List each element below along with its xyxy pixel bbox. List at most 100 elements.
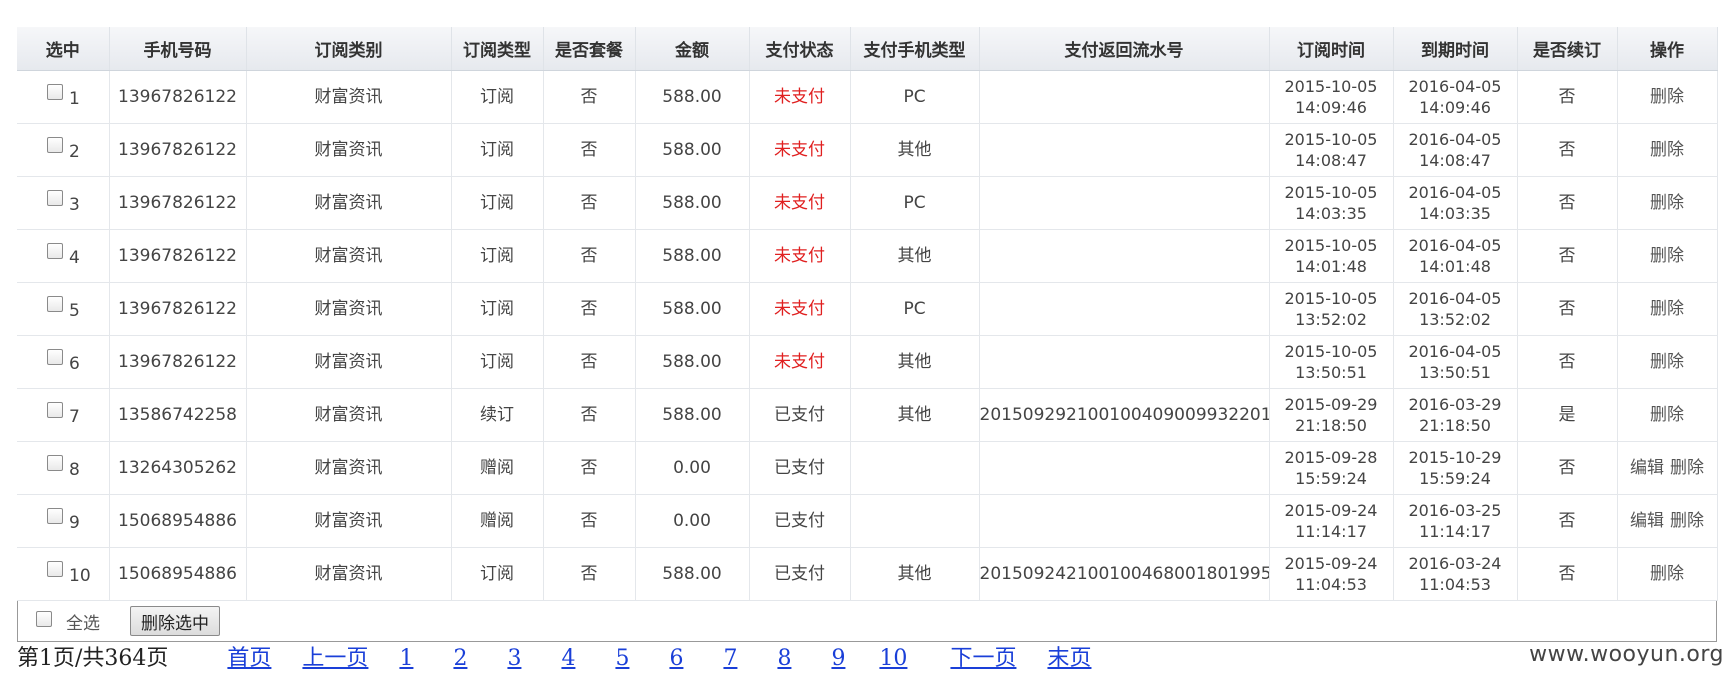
- row-checkbox[interactable]: [47, 137, 63, 153]
- cell-actions: 删除: [1617, 123, 1718, 177]
- delete-link[interactable]: 删除: [1650, 564, 1684, 584]
- delete-link[interactable]: 删除: [1650, 352, 1684, 372]
- delete-link[interactable]: 删除: [1650, 405, 1684, 425]
- subscription-category: 财富资讯: [314, 140, 383, 160]
- subscribe-date: 2015-09-28: [1284, 448, 1378, 467]
- delete-link[interactable]: 删除: [1650, 193, 1684, 213]
- subscription-category: 财富资讯: [314, 458, 383, 478]
- row-checkbox[interactable]: [47, 402, 63, 418]
- cell-renew: 否: [1517, 70, 1618, 124]
- row-number: 2: [69, 142, 80, 162]
- cell-serial: [979, 229, 1270, 283]
- delete-link[interactable]: 删除: [1670, 458, 1704, 478]
- subscription-category: 财富资讯: [314, 511, 383, 531]
- cell-serial: [979, 70, 1270, 124]
- is-renew: 否: [1558, 564, 1576, 584]
- row-checkbox[interactable]: [47, 84, 63, 100]
- bulk-action-bar: 全选 删除选中: [17, 601, 1717, 642]
- delete-link[interactable]: 删除: [1650, 299, 1684, 319]
- row-checkbox[interactable]: [47, 243, 63, 259]
- table-row: 7 13586742258 财富资讯 续订 否 588.00 已支付 其他 2015092921…: [17, 388, 1718, 442]
- is-package: 否: [580, 511, 598, 531]
- expire-clock: 11:14:17: [1419, 522, 1491, 541]
- cell-phone: 13967826122: [109, 229, 247, 283]
- row-checkbox[interactable]: [47, 455, 63, 471]
- page-link-5[interactable]: 5: [615, 646, 629, 671]
- cell-amount: 588.00: [635, 123, 750, 177]
- cell-phone: 13967826122: [109, 335, 247, 389]
- page-link-7[interactable]: 7: [723, 646, 737, 671]
- edit-link[interactable]: 编辑: [1630, 458, 1664, 478]
- pagination: 第1页/共364页 首页 上一页 1 2 3 4 5 6 7 8 9 10 下一页 末页: [17, 640, 1091, 672]
- subscribe-date: 2015-10-05: [1284, 342, 1378, 361]
- amount: 588.00: [662, 140, 722, 160]
- subscription-category: 财富资讯: [314, 246, 383, 266]
- table-row: 8 13264305262 财富资讯 赠阅 否 0.00 已支付 2015-09-28 15:5…: [17, 441, 1718, 495]
- subscribe-date: 2015-10-05: [1284, 130, 1378, 149]
- cell-type: 赠阅: [451, 494, 544, 548]
- cell-renew: 否: [1517, 176, 1618, 230]
- pay-status: 已支付: [774, 564, 825, 584]
- page-link-2[interactable]: 2: [453, 646, 467, 671]
- cell-select: 4: [17, 229, 110, 283]
- cell-actions: 删除: [1617, 335, 1718, 389]
- cell-type: 订阅: [451, 123, 544, 177]
- cell-package: 否: [543, 70, 636, 124]
- cell-subscribe-time: 2015-10-05 13:52:02: [1269, 282, 1394, 336]
- expire-date: 2016-03-25: [1408, 501, 1502, 520]
- delete-link[interactable]: 删除: [1670, 511, 1704, 531]
- delete-link[interactable]: 删除: [1650, 140, 1684, 160]
- next-page-link[interactable]: 下一页: [950, 646, 1016, 671]
- pay-status: 未支付: [774, 140, 825, 160]
- table-row: 2 13967826122 财富资讯 订阅 否 588.00 未支付 其他 2015-10-05…: [17, 123, 1718, 177]
- cell-subscribe-time: 2015-09-29 21:18:50: [1269, 388, 1394, 442]
- cell-actions: 删除: [1617, 388, 1718, 442]
- cell-type: 续订: [451, 388, 544, 442]
- is-package: 否: [580, 564, 598, 584]
- cell-package: 否: [543, 123, 636, 177]
- delete-link[interactable]: 删除: [1650, 87, 1684, 107]
- row-checkbox[interactable]: [47, 190, 63, 206]
- cell-renew: 否: [1517, 123, 1618, 177]
- pay-status: 未支付: [774, 87, 825, 107]
- page-link-6[interactable]: 6: [669, 646, 683, 671]
- page-link-9[interactable]: 9: [831, 646, 845, 671]
- pay-device-type: PC: [903, 87, 926, 107]
- page-link-4[interactable]: 4: [561, 646, 575, 671]
- cell-select: 6: [17, 335, 110, 389]
- subscription-type: 订阅: [480, 87, 514, 107]
- row-checkbox[interactable]: [47, 296, 63, 312]
- table-row: 6 13967826122 财富资讯 订阅 否 588.00 未支付 其他 2015-10-05…: [17, 335, 1718, 389]
- is-package: 否: [580, 140, 598, 160]
- delete-selected-button[interactable]: 删除选中: [130, 606, 220, 636]
- cell-device: 其他: [850, 547, 980, 601]
- pay-status: 未支付: [774, 246, 825, 266]
- expire-date: 2016-04-05: [1408, 183, 1502, 202]
- page-link-8[interactable]: 8: [777, 646, 791, 671]
- row-checkbox[interactable]: [47, 561, 63, 577]
- cell-serial: 2015092421001004680018019958: [979, 547, 1270, 601]
- row-checkbox[interactable]: [47, 349, 63, 365]
- cell-type: 订阅: [451, 547, 544, 601]
- cell-expire-time: 2016-03-24 11:04:53: [1393, 547, 1518, 601]
- prev-page-link[interactable]: 上一页: [302, 646, 368, 671]
- subscription-type: 订阅: [480, 140, 514, 160]
- delete-link[interactable]: 删除: [1650, 246, 1684, 266]
- edit-link[interactable]: 编辑: [1630, 511, 1664, 531]
- page-link-1[interactable]: 1: [399, 646, 413, 671]
- first-page-link[interactable]: 首页: [227, 646, 271, 671]
- last-page-link[interactable]: 末页: [1047, 646, 1091, 671]
- cell-amount: 0.00: [635, 494, 750, 548]
- page-link-10[interactable]: 10: [879, 646, 907, 671]
- column-header-type: 订阅类型: [451, 27, 544, 71]
- subscribe-date: 2015-09-24: [1284, 501, 1378, 520]
- pay-status: 未支付: [774, 299, 825, 319]
- page-link-3[interactable]: 3: [507, 646, 521, 671]
- row-checkbox[interactable]: [47, 508, 63, 524]
- amount: 588.00: [662, 87, 722, 107]
- amount: 588.00: [662, 246, 722, 266]
- subscription-category: 财富资讯: [314, 87, 383, 107]
- subscription-category: 财富资讯: [314, 352, 383, 372]
- select-all-checkbox[interactable]: [36, 611, 52, 627]
- expire-clock: 15:59:24: [1419, 469, 1491, 488]
